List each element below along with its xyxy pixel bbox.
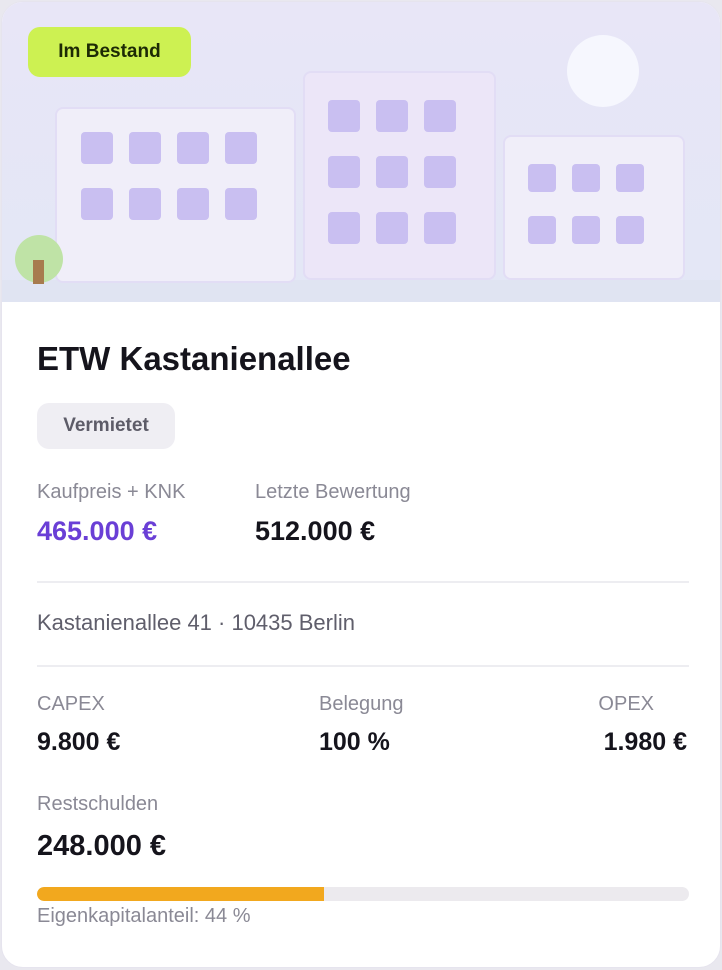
- remaining-debt-value: 248.000 €: [37, 830, 167, 862]
- capex-value: 9.800 €: [37, 728, 121, 756]
- window-icon: [424, 212, 456, 244]
- window-icon: [177, 188, 209, 220]
- window-icon: [528, 164, 556, 192]
- window-icon: [177, 132, 209, 164]
- equity-share-label: Eigenkapitalanteil: 44 %: [37, 905, 251, 927]
- property-illustration: Im Bestand: [2, 2, 720, 302]
- window-icon: [225, 132, 257, 164]
- window-icon: [424, 100, 456, 132]
- building-right: [503, 135, 685, 280]
- window-icon: [81, 132, 113, 164]
- purchase-price-value: 465.000 €: [37, 516, 158, 546]
- property-address: Kastanienallee 41 · 10435 Berlin: [37, 610, 356, 635]
- equity-progress-bar: [37, 887, 689, 901]
- occupancy-value: 100 %: [319, 728, 390, 756]
- window-icon: [616, 164, 644, 192]
- tree-trunk: [33, 260, 44, 284]
- remaining-debt-label: Restschulden: [37, 793, 159, 815]
- window-icon: [572, 216, 600, 244]
- window-icon: [376, 100, 408, 132]
- building-center: [303, 71, 496, 280]
- valuation-value: 512.000 €: [255, 516, 376, 546]
- window-icon: [616, 216, 644, 244]
- window-icon: [328, 100, 360, 132]
- opex-label: OPEX: [598, 693, 654, 715]
- sun-icon: [567, 35, 639, 107]
- window-icon: [424, 156, 456, 188]
- purchase-price-label: Kaufpreis + KNK: [37, 481, 186, 503]
- rental-status-badge: Vermietet: [37, 403, 175, 449]
- window-icon: [129, 132, 161, 164]
- window-icon: [129, 188, 161, 220]
- building-left: [55, 107, 296, 283]
- capex-label: CAPEX: [37, 693, 105, 715]
- occupancy-label: Belegung: [319, 693, 404, 715]
- opex-value: 1.980 €: [603, 728, 687, 756]
- window-icon: [225, 188, 257, 220]
- window-icon: [376, 212, 408, 244]
- property-card[interactable]: Im Bestand ETW Kastanienallee Vermietet …: [1, 1, 721, 968]
- divider: [37, 581, 689, 583]
- divider: [37, 665, 689, 667]
- window-icon: [376, 156, 408, 188]
- property-title: ETW Kastanienallee: [37, 340, 351, 377]
- window-icon: [572, 164, 600, 192]
- window-icon: [528, 216, 556, 244]
- window-icon: [328, 212, 360, 244]
- window-icon: [81, 188, 113, 220]
- equity-progress-fill: [37, 887, 324, 901]
- window-icon: [328, 156, 360, 188]
- valuation-label: Letzte Bewertung: [255, 481, 411, 503]
- portfolio-status-badge: Im Bestand: [28, 27, 191, 77]
- ground: [2, 280, 720, 302]
